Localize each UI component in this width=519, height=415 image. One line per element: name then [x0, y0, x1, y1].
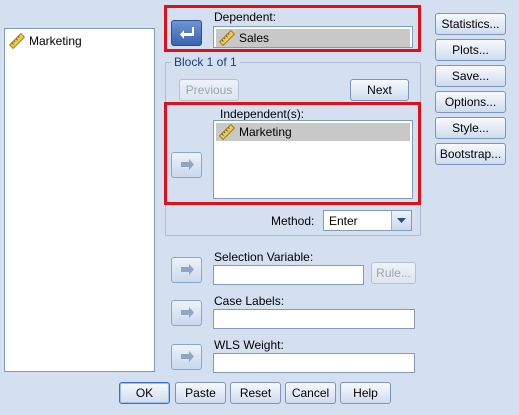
dependent-selected-item[interactable]: Sales [216, 29, 410, 47]
plots-button[interactable]: Plots... [435, 39, 506, 61]
bootstrap-button[interactable]: Bootstrap... [435, 143, 506, 165]
arrow-right-icon [180, 159, 194, 170]
variable-item-label: Marketing [29, 34, 82, 48]
move-to-selection-variable-button[interactable] [171, 257, 202, 283]
variable-item-marketing[interactable]: Marketing [9, 33, 82, 49]
wls-weight-field[interactable] [213, 353, 415, 373]
reset-button[interactable]: Reset [230, 382, 281, 404]
move-to-dependent-button[interactable] [171, 20, 202, 46]
scale-ruler-icon [219, 30, 235, 46]
rule-button[interactable]: Rule... [371, 262, 416, 284]
move-to-case-labels-button[interactable] [171, 300, 202, 326]
arrow-right-icon [180, 264, 194, 275]
independents-item-label: Marketing [239, 125, 292, 139]
case-labels-label: Case Labels: [214, 294, 285, 308]
dependent-field[interactable]: Sales [213, 26, 413, 48]
independents-label: Independent(s): [220, 107, 305, 121]
next-button[interactable]: Next [350, 79, 409, 101]
move-to-independents-button[interactable] [171, 152, 202, 178]
statistics-button[interactable]: Statistics... [435, 13, 506, 35]
independents-list[interactable]: Marketing [213, 120, 413, 199]
dependent-label: Dependent: [214, 10, 277, 24]
scale-ruler-icon [9, 33, 25, 49]
options-button[interactable]: Options... [435, 91, 506, 113]
independents-item-marketing[interactable]: Marketing [216, 123, 410, 141]
arrow-left-icon [179, 27, 194, 39]
dependent-value: Sales [239, 31, 270, 45]
chevron-down-icon [391, 211, 411, 230]
style-button[interactable]: Style... [435, 117, 506, 139]
selection-variable-label: Selection Variable: [214, 250, 314, 264]
cancel-button[interactable]: Cancel [285, 382, 336, 404]
case-labels-field[interactable] [213, 309, 415, 329]
method-label: Method: [271, 214, 315, 228]
method-select[interactable]: Enter [323, 210, 412, 231]
variable-source-list[interactable]: Marketing [4, 28, 155, 372]
block-title: Block 1 of 1 [171, 55, 240, 69]
method-value: Enter [329, 213, 358, 228]
help-button[interactable]: Help [340, 382, 391, 404]
wls-weight-label: WLS Weight: [214, 338, 284, 352]
save-button[interactable]: Save... [435, 65, 506, 87]
move-to-wls-weight-button[interactable] [171, 344, 202, 370]
arrow-right-icon [180, 307, 194, 318]
ok-button[interactable]: OK [119, 382, 170, 404]
arrow-right-icon [180, 351, 194, 362]
previous-button[interactable]: Previous [179, 79, 239, 101]
paste-button[interactable]: Paste [175, 382, 226, 404]
selection-variable-field[interactable] [213, 265, 364, 285]
scale-ruler-icon [219, 124, 235, 140]
